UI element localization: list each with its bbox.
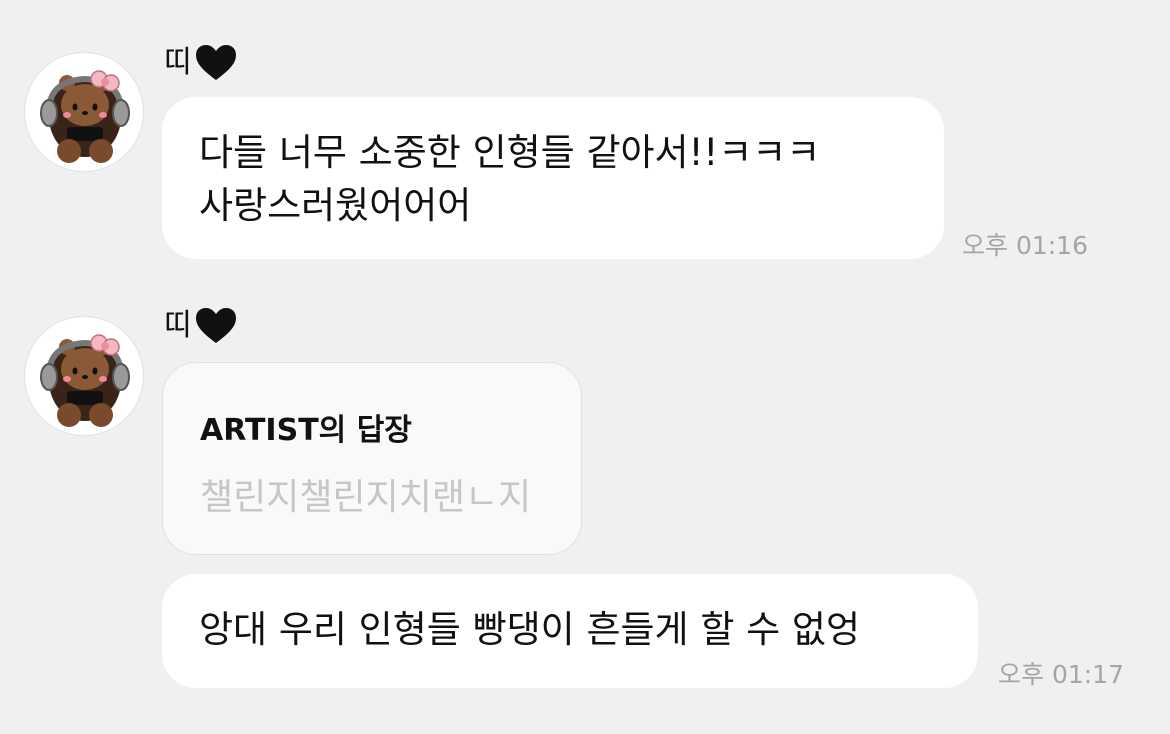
message-bubble[interactable]: 다들 너무 소중한 인형들 같아서!!ㅋㅋㅋ 사랑스러웠어어어 — [162, 97, 944, 259]
sender-name: 띠 — [164, 306, 238, 346]
sender-avatar[interactable] — [24, 52, 144, 172]
sender-avatar[interactable] — [24, 316, 144, 436]
sender-name-text: 띠 — [164, 45, 192, 80]
hello-kitty-avatar-icon — [40, 334, 130, 427]
message-text: 다들 너무 소중한 인형들 같아서!!ㅋㅋㅋ 사랑스러웠어어어 — [199, 131, 821, 227]
sender-name-text: 띠 — [164, 308, 192, 343]
black-heart-icon — [195, 45, 236, 80]
message-bubble[interactable]: 앙대 우리 인형들 빵댕이 흔들게 할 수 없엉 — [162, 574, 978, 688]
reply-title: ARTIST의 답장 — [200, 413, 412, 448]
message-timestamp: 오후 01:17 — [998, 660, 1124, 689]
black-heart-icon — [195, 308, 236, 343]
message-timestamp: 오후 01:16 — [962, 231, 1088, 260]
reply-quote-text: 챌린지챌린지치랜ㄴ지 — [200, 477, 532, 518]
sender-name: 띠 — [164, 43, 238, 83]
message-text: 앙대 우리 인형들 빵댕이 흔들게 할 수 없엉 — [199, 608, 861, 651]
hello-kitty-avatar-icon — [40, 70, 130, 163]
artist-reply-card[interactable]: ARTIST의 답장 챌린지챌린지치랜ㄴ지 — [162, 362, 582, 555]
